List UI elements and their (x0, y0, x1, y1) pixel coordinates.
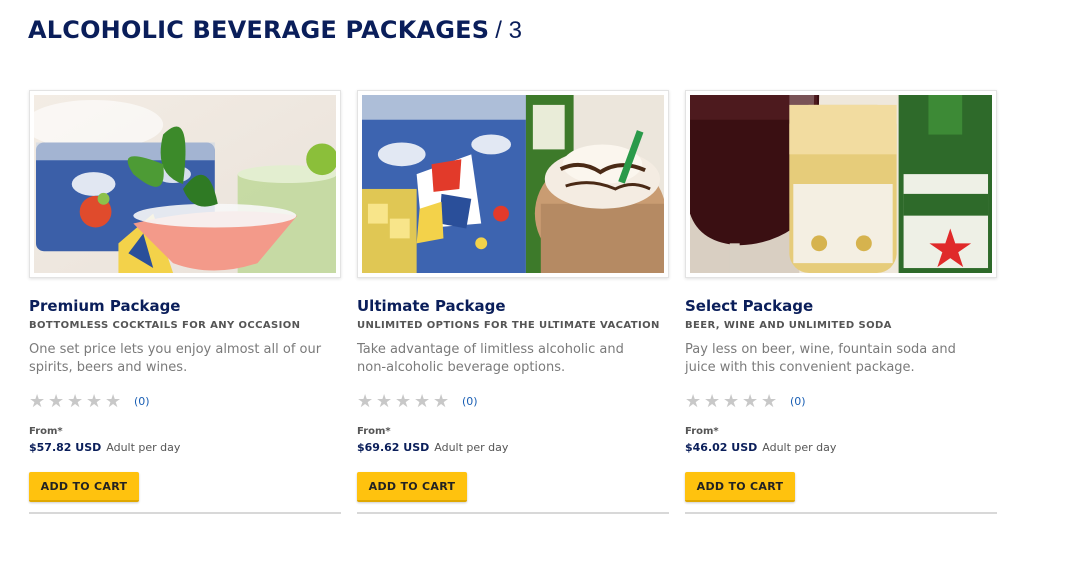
card-divider (29, 512, 341, 514)
star-rating: ★ ★ ★ ★ ★ (685, 390, 780, 412)
add-to-cart-button[interactable]: ADD TO CART (29, 472, 139, 502)
star-icon: ★ (29, 390, 46, 412)
star-rating: ★ ★ ★ ★ ★ (357, 390, 452, 412)
star-icon: ★ (357, 390, 374, 412)
page-header: ALCOHOLIC BEVERAGE PACKAGES / 3 (28, 16, 522, 45)
price-row: $69.62 USD Adult per day (357, 441, 669, 457)
price-row: $46.02 USD Adult per day (685, 441, 997, 457)
star-icon: ★ (414, 390, 431, 412)
package-subtitle: UNLIMITED OPTIONS FOR THE ULTIMATE VACAT… (357, 320, 660, 331)
package-description: Pay less on beer, wine, fountain soda an… (685, 342, 956, 375)
package-description: Take advantage of limitless alcoholic an… (357, 342, 624, 375)
star-icon: ★ (704, 390, 721, 412)
from-label: From* (29, 426, 63, 437)
package-image-frame[interactable] (357, 90, 669, 278)
package-title[interactable]: Premium Package (29, 296, 341, 316)
package-title[interactable]: Select Package (685, 296, 997, 316)
frozen-drinks-photo[interactable] (362, 95, 664, 273)
star-icon: ★ (723, 390, 740, 412)
price-unit: Adult per day (106, 441, 181, 454)
price: $46.02 USD (685, 441, 758, 454)
card-divider (685, 512, 997, 514)
price: $57.82 USD (29, 441, 102, 454)
star-icon: ★ (67, 390, 84, 412)
package-description: One set price lets you enjoy almost all … (29, 342, 322, 375)
price-row: $57.82 USD Adult per day (29, 441, 341, 457)
star-icon: ★ (761, 390, 778, 412)
star-icon: ★ (685, 390, 702, 412)
beer-wine-photo[interactable] (690, 95, 992, 273)
star-icon: ★ (742, 390, 759, 412)
star-icon: ★ (48, 390, 65, 412)
package-card-premium: Premium Package BOTTOMLESS COCKTAILS FOR… (29, 90, 341, 516)
add-to-cart-button[interactable]: ADD TO CART (357, 472, 467, 502)
package-subtitle: BOTTOMLESS COCKTAILS FOR ANY OCCASION (29, 320, 301, 331)
rating-row: ★ ★ ★ ★ ★ (0) (357, 392, 669, 410)
rating-row: ★ ★ ★ ★ ★ (0) (29, 392, 341, 410)
review-count-link[interactable]: (0) (790, 395, 806, 408)
package-image-frame[interactable] (685, 90, 997, 278)
from-label: From* (685, 426, 719, 437)
package-image-frame[interactable] (29, 90, 341, 278)
package-card-ultimate: Ultimate Package UNLIMITED OPTIONS FOR T… (357, 90, 669, 516)
package-card-select: Select Package BEER, WINE AND UNLIMITED … (685, 90, 997, 516)
cocktails-photo[interactable] (34, 95, 336, 273)
review-count-link[interactable]: (0) (462, 395, 478, 408)
star-icon: ★ (105, 390, 122, 412)
star-rating: ★ ★ ★ ★ ★ (29, 390, 124, 412)
package-title[interactable]: Ultimate Package (357, 296, 669, 316)
rating-row: ★ ★ ★ ★ ★ (0) (685, 392, 997, 410)
review-count-link[interactable]: (0) (134, 395, 150, 408)
star-icon: ★ (376, 390, 393, 412)
star-icon: ★ (395, 390, 412, 412)
package-list: Premium Package BOTTOMLESS COCKTAILS FOR… (29, 90, 997, 516)
price-unit: Adult per day (434, 441, 509, 454)
package-subtitle: BEER, WINE AND UNLIMITED SODA (685, 320, 892, 331)
price-unit: Adult per day (762, 441, 837, 454)
add-to-cart-button[interactable]: ADD TO CART (685, 472, 795, 502)
price: $69.62 USD (357, 441, 430, 454)
star-icon: ★ (433, 390, 450, 412)
card-divider (357, 512, 669, 514)
from-label: From* (357, 426, 391, 437)
result-count: / 3 (495, 17, 522, 44)
star-icon: ★ (86, 390, 103, 412)
page-title: ALCOHOLIC BEVERAGE PACKAGES (28, 16, 490, 44)
